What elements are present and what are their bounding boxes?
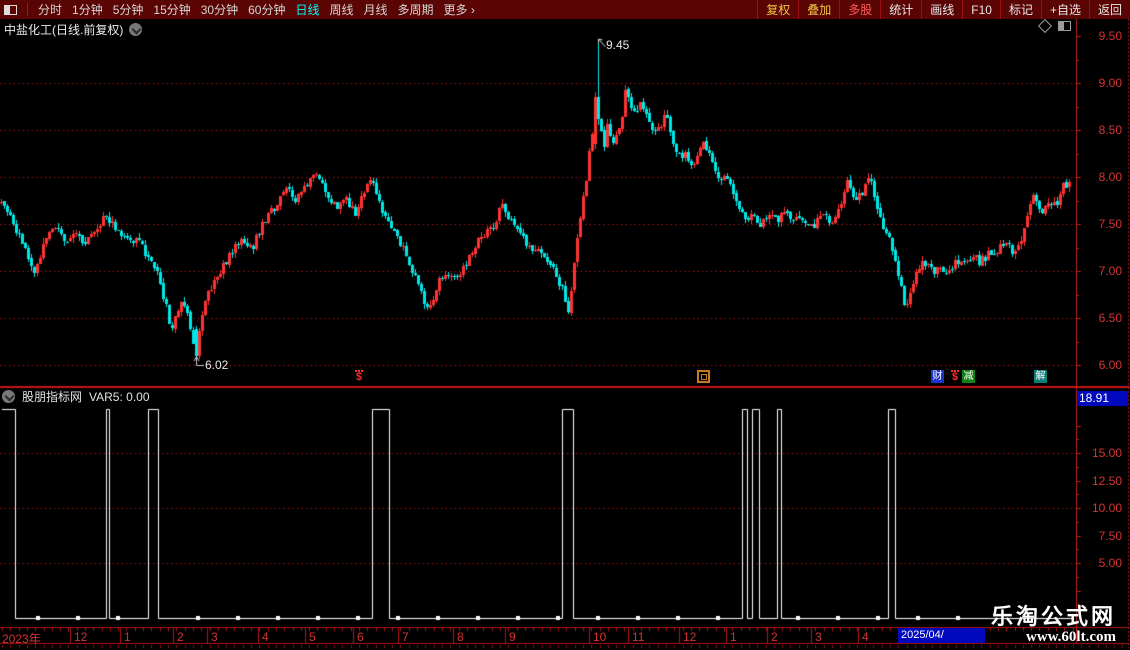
toolbar-button-5[interactable]: F10 <box>962 0 1000 19</box>
watermark: 乐淘公式网 www.60lt.com <box>991 605 1116 646</box>
marker-finance-icon[interactable]: 财 <box>931 370 944 383</box>
watermark-url: www.60lt.com <box>1026 629 1116 645</box>
app-window: 分时 1分钟 5分钟 15分钟 30分钟 60分钟 日线 周线 月线 多周期 更多 › 复权 叠加 多股… <box>0 0 1130 650</box>
main-axis-tick-9.50: 9.50 <box>1098 29 1122 43</box>
date-label-12: 11 <box>632 630 645 644</box>
toolbar-button-4[interactable]: 画线 <box>921 0 962 19</box>
date-label-9: 8 <box>457 630 464 644</box>
marker-dollar-icon-glyph: $ <box>355 371 363 383</box>
chart-canvas <box>0 0 1130 650</box>
period-tab-0[interactable]: 分时 <box>38 1 62 18</box>
date-label-15: 2 <box>771 630 778 644</box>
chart-corner-icons <box>1037 18 1071 34</box>
panel-split-icon-fill <box>1059 22 1064 30</box>
date-label-2: 1 <box>124 630 131 644</box>
chart-title-bar[interactable]: 中盐化工(日线.前复权) <box>4 21 143 38</box>
indicator-max-value-badge: 18.91 <box>1077 391 1128 406</box>
indicator-axis-tick-10.00: 10.00 <box>1091 501 1122 515</box>
toolbar-button-3[interactable]: 统计 <box>880 0 921 19</box>
low-price-annotation: 6.02 <box>205 358 229 372</box>
period-tab-10[interactable]: 更多 › <box>444 1 475 18</box>
indicator-axis-tick-7.50: 7.50 <box>1098 528 1122 543</box>
watermark-title: 乐淘公式网 <box>990 604 1116 629</box>
date-label-10: 9 <box>509 630 516 644</box>
main-axis-tick-6.00: 6.00 <box>1098 358 1122 372</box>
main-axis-tick-6.50: 6.50 <box>1098 311 1122 325</box>
period-tab-3[interactable]: 15分钟 <box>153 1 190 18</box>
indicator-axis-tick-5.00: 5.00 <box>1098 556 1122 570</box>
date-label-7: 6 <box>357 630 364 644</box>
marker-return-icon-inner <box>700 373 707 380</box>
marker-unlock-icon[interactable]: 解 <box>1034 370 1047 383</box>
date-label-4: 3 <box>211 630 218 644</box>
main-axis-tick-7.50: 7.50 <box>1098 217 1122 231</box>
main-axis-tick-7.00: 7.00 <box>1098 264 1122 278</box>
marker-dollar-icon[interactable]: $ <box>354 370 364 383</box>
date-label-16: 3 <box>815 630 822 644</box>
period-tab-9[interactable]: 多周期 <box>398 1 434 18</box>
period-tab-1[interactable]: 1分钟 <box>72 1 103 18</box>
panel-split-icon[interactable] <box>1058 21 1071 31</box>
date-label-5: 4 <box>262 630 269 644</box>
marker-return-icon[interactable] <box>697 370 710 383</box>
period-tab-4[interactable]: 30分钟 <box>201 1 238 18</box>
period-tab-2[interactable]: 5分钟 <box>113 1 144 18</box>
indicator-name: 股朋指标网 <box>22 390 83 404</box>
page-title[interactable]: 中盐化工(日线.前复权) <box>4 21 123 38</box>
marker-dollar2-icon[interactable]: $ <box>950 370 960 383</box>
toolbar-button-0[interactable]: 复权 <box>757 0 798 19</box>
marker-dollar2-icon-glyph: $ <box>951 371 959 383</box>
period-tab-7[interactable]: 周线 <box>329 1 353 18</box>
period-tab-8[interactable]: 月线 <box>364 1 388 18</box>
main-axis-tick-8.50: 8.50 <box>1098 123 1122 137</box>
date-label-13: 12 <box>683 630 697 644</box>
top-toolbar: 分时 1分钟 5分钟 15分钟 30分钟 60分钟 日线 周线 月线 多周期 更多 › 复权 叠加 多股… <box>0 0 1130 19</box>
action-toolbar: 复权 叠加 多股 统计 画线 F10 标记 +自选 返回 <box>757 0 1130 19</box>
high-price-annotation: 9.45 <box>606 38 630 52</box>
indicator-header[interactable]: 股朋指标网 VAR5: 0.00 <box>2 388 150 405</box>
date-label-17: 4 <box>862 630 869 644</box>
date-label-3: 2 <box>177 630 184 644</box>
period-tab-5[interactable]: 60分钟 <box>248 1 285 18</box>
date-label-6: 5 <box>309 630 316 644</box>
indicator-axis-tick-15.00: 15.00 <box>1091 446 1122 460</box>
date-label-8: 7 <box>402 630 409 644</box>
period-toolbar: 分时 1分钟 5分钟 15分钟 30分钟 60分钟 日线 周线 月线 多周期 更多 › <box>0 0 475 19</box>
indicator-axis-tick-12.50: 12.50 <box>1091 473 1122 488</box>
marker-reduce-icon[interactable]: 减 <box>962 370 975 383</box>
period-tab-6[interactable]: 日线 <box>295 1 319 18</box>
indicator-value: VAR5: 0.00 <box>89 389 150 404</box>
toolbar-divider <box>27 3 28 16</box>
main-axis-tick-9.00: 9.00 <box>1098 76 1122 90</box>
toolbar-button-1[interactable]: 叠加 <box>798 0 839 19</box>
date-label-14: 1 <box>730 630 737 644</box>
diamond-icon[interactable] <box>1037 18 1053 34</box>
toolbar-button-2[interactable]: 多股 <box>839 0 880 19</box>
window-layout-icon[interactable] <box>4 4 17 15</box>
main-axis-tick-8.00: 8.00 <box>1098 170 1122 184</box>
indicator-chevron-down-icon[interactable] <box>2 390 15 403</box>
current-date-badge: 2025/04/ <box>898 628 985 643</box>
toolbar-button-8[interactable]: 返回 <box>1088 0 1130 19</box>
chevron-down-icon[interactable] <box>129 23 143 36</box>
date-label-11: 10 <box>593 630 607 644</box>
toolbar-button-6[interactable]: 标记 <box>999 0 1041 19</box>
toolbar-button-7[interactable]: +自选 <box>1040 0 1089 19</box>
window-layout-icon-fill <box>5 5 10 14</box>
date-label-1: 12 <box>74 630 88 644</box>
date-label-0: 2023年 <box>2 632 41 646</box>
